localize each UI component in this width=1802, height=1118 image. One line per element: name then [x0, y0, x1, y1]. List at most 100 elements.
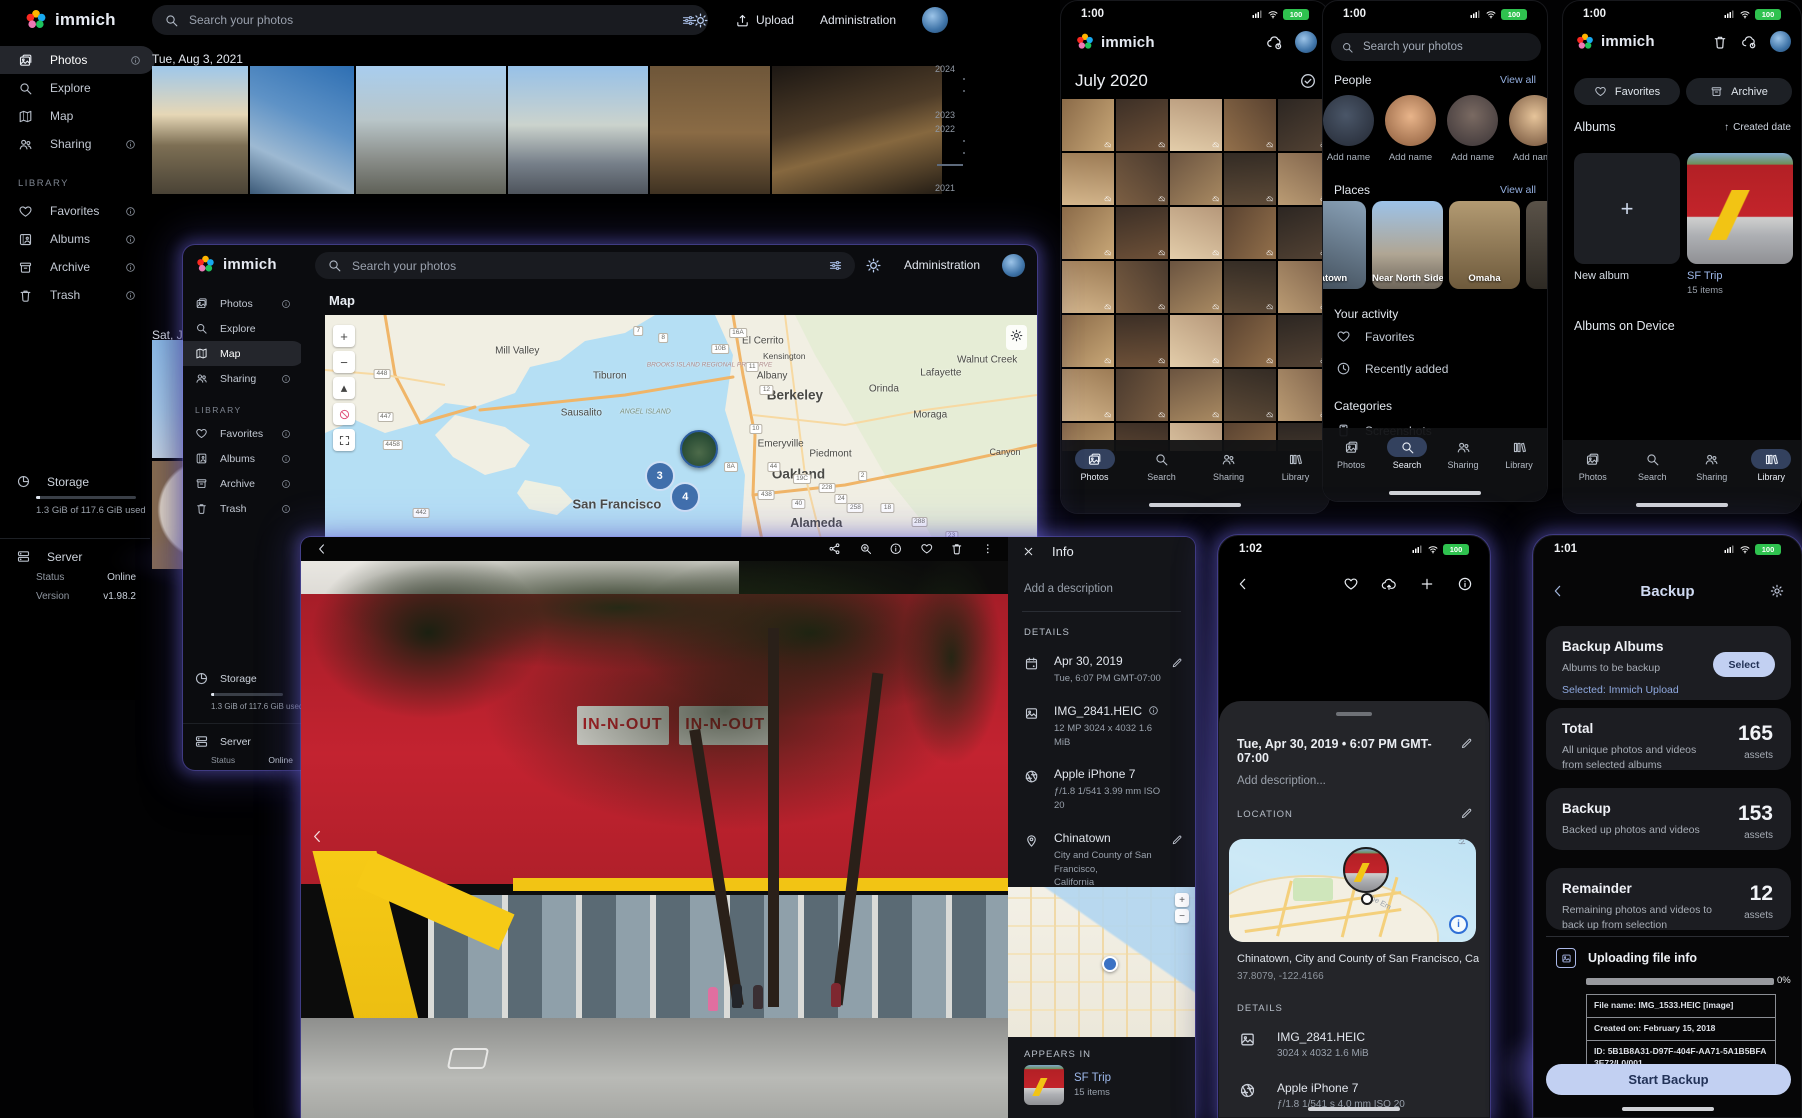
photo-location-marker[interactable] — [1343, 847, 1389, 893]
home-indicator[interactable] — [1149, 503, 1241, 507]
edit-pencil-icon[interactable] — [1171, 657, 1183, 669]
archive-button[interactable]: Archive — [1686, 78, 1792, 105]
fullscreen-button[interactable] — [333, 429, 355, 451]
photo-thumbnail[interactable] — [1170, 99, 1222, 151]
avatar[interactable] — [1295, 31, 1317, 53]
search-input[interactable]: Search your photos — [152, 5, 708, 35]
place-tile[interactable]: Near North Side — [1372, 201, 1443, 289]
more-options-icon[interactable] — [981, 542, 995, 556]
photo-thumbnail[interactable] — [650, 66, 770, 194]
immich-logo[interactable]: immich — [24, 8, 116, 32]
nav-item[interactable]: Library — [1751, 449, 1791, 482]
photo-thumbnail[interactable] — [1062, 261, 1114, 313]
info-icon[interactable] — [889, 542, 903, 556]
favorites-button[interactable]: Favorites — [1574, 78, 1680, 105]
sidebar-item[interactable]: Photos — [183, 291, 301, 316]
back-icon[interactable] — [315, 542, 329, 556]
photo-thumbnail[interactable] — [1224, 207, 1276, 259]
face-avatar[interactable] — [1385, 95, 1436, 146]
start-backup-button[interactable]: Start Backup — [1546, 1064, 1791, 1095]
file-info-icon[interactable] — [1148, 705, 1159, 716]
sidebar-item[interactable]: Trash — [0, 281, 150, 309]
avatar[interactable] — [1002, 254, 1025, 277]
home-indicator[interactable] — [1389, 491, 1481, 495]
sidebar-item[interactable]: Favorites — [0, 197, 150, 225]
description-field[interactable]: Add a description — [1024, 583, 1113, 595]
timeline-scrubber[interactable]: 2024202320222021 — [935, 60, 975, 240]
minimap-zoom-out[interactable]: − — [1175, 909, 1189, 923]
sidebar-item[interactable]: Sharing — [0, 130, 150, 158]
face-avatar[interactable] — [1447, 95, 1498, 146]
photo-thumbnail[interactable] — [508, 66, 648, 194]
sidebar-item[interactable]: Map — [0, 102, 150, 130]
sidebar-item[interactable]: Sharing — [183, 366, 301, 391]
minimap-zoom-in[interactable]: + — [1175, 893, 1189, 907]
back-icon[interactable] — [1550, 583, 1566, 599]
administration-link[interactable]: Administration — [820, 13, 896, 27]
sort-control[interactable]: ↑Created date — [1724, 122, 1791, 133]
zoom-icon[interactable] — [859, 542, 873, 556]
theme-toggle-icon[interactable] — [692, 12, 709, 29]
sidebar-item[interactable]: Archive — [0, 253, 150, 281]
photo-thumbnail[interactable] — [1116, 261, 1168, 313]
person-item[interactable]: Add name — [1509, 95, 1548, 163]
edit-date-icon[interactable] — [1460, 737, 1473, 750]
map-info-icon[interactable]: i — [1449, 915, 1468, 934]
photo-thumbnail[interactable] — [1062, 207, 1114, 259]
places-view-all-link[interactable]: View all — [1500, 184, 1536, 196]
photo-thumbnail[interactable] — [1062, 315, 1114, 367]
home-indicator[interactable] — [1636, 503, 1728, 507]
sidebar-item[interactable]: Explore — [183, 316, 301, 341]
person-item[interactable]: Add name — [1323, 95, 1374, 163]
avatar[interactable] — [1770, 31, 1791, 52]
nav-item[interactable]: Sharing — [1443, 437, 1483, 470]
add-name-label[interactable]: Add name — [1389, 152, 1432, 163]
nav-item[interactable]: Sharing — [1692, 449, 1732, 482]
people-view-all-link[interactable]: View all — [1500, 74, 1536, 86]
avatar[interactable] — [922, 7, 948, 33]
photo-thumbnail[interactable] — [1116, 369, 1168, 421]
face-avatar[interactable] — [1509, 95, 1548, 146]
map-settings-gear-icon[interactable] — [1006, 325, 1027, 350]
select-albums-button[interactable]: Select — [1713, 652, 1775, 677]
zoom-in-button[interactable]: + — [333, 325, 355, 347]
sidebar-item[interactable]: Explore — [0, 74, 150, 102]
photo-thumbnail[interactable] — [772, 66, 942, 194]
edit-pencil-icon[interactable] — [1171, 834, 1183, 846]
home-indicator[interactable] — [1622, 1107, 1714, 1111]
nav-item[interactable]: Library — [1499, 437, 1539, 470]
place-tile[interactable]: Pi — [1526, 201, 1548, 289]
photo-thumbnail[interactable] — [1170, 315, 1222, 367]
nav-item[interactable]: Photos — [1331, 437, 1371, 470]
nav-item[interactable]: Search — [1387, 437, 1427, 470]
description-field[interactable]: Add description... — [1237, 775, 1326, 787]
photo-thumbnail[interactable] — [1116, 207, 1168, 259]
place-tile[interactable]: Omaha — [1449, 201, 1520, 289]
photo-thumbnail[interactable] — [1116, 153, 1168, 205]
search-input[interactable]: Search your photos — [315, 252, 855, 279]
photo-thumbnail[interactable] — [1224, 153, 1276, 205]
photo-thumbnail[interactable] — [1170, 207, 1222, 259]
info-icon[interactable] — [1457, 576, 1473, 592]
photo-thumbnail[interactable] — [1062, 99, 1114, 151]
photo-thumbnail[interactable] — [152, 66, 248, 194]
location-minimap[interactable]: +− — [1008, 887, 1195, 1037]
photo-marker[interactable] — [680, 430, 718, 468]
nav-item[interactable]: Search — [1142, 449, 1182, 482]
add-name-label[interactable]: Add name — [1513, 152, 1548, 163]
photo-thumbnail[interactable] — [1170, 153, 1222, 205]
sidebar-item[interactable]: Albums — [183, 446, 301, 471]
cloud-sync-icon[interactable] — [1741, 34, 1757, 50]
photo-thumbnail[interactable] — [1224, 315, 1276, 367]
sidebar-item[interactable]: Photos — [0, 46, 155, 74]
add-icon[interactable] — [1419, 576, 1435, 592]
person-item[interactable]: Add name — [1447, 95, 1498, 163]
add-name-label[interactable]: Add name — [1451, 152, 1494, 163]
location-map[interactable]: - San Francisco Ferry The Em i — [1229, 839, 1476, 942]
back-icon[interactable] — [1235, 576, 1251, 592]
immich-logo[interactable]: immich — [195, 254, 277, 275]
nav-item[interactable]: Sharing — [1209, 449, 1249, 482]
photo-viewer[interactable]: IN-N-OUT IN-N-OUT — [301, 561, 1008, 1118]
home-indicator[interactable] — [1308, 1107, 1400, 1111]
sidebar-item[interactable]: Archive — [183, 471, 301, 496]
